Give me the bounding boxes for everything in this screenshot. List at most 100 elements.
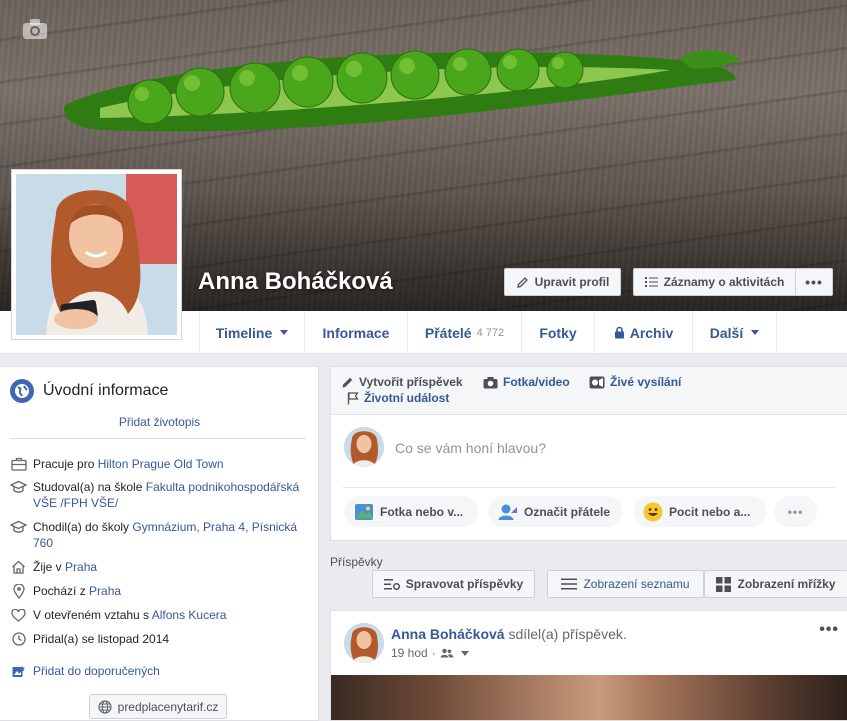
home-icon xyxy=(10,559,27,575)
graduation-cap-icon xyxy=(10,479,27,495)
lives-link[interactable]: Praha xyxy=(65,560,97,574)
profile-name[interactable]: Anna Boháčková xyxy=(198,268,393,296)
chevron-down-icon xyxy=(280,330,289,335)
profile-portrait-illustration xyxy=(16,174,177,335)
feeling-pill-label: Pocit nebo a... xyxy=(669,504,751,519)
photo-icon xyxy=(355,503,373,520)
info-from: Pochází z Praha xyxy=(10,583,310,599)
live-video-tab[interactable]: Živé vysílání xyxy=(589,375,681,389)
create-post-tab[interactable]: Vytvořit příspěvek xyxy=(341,375,463,389)
info-work: Pracuje pro Hilton Prague Old Town xyxy=(10,456,310,472)
add-featured-label: Přidat do doporučených xyxy=(33,664,160,678)
flag-icon xyxy=(347,391,359,404)
list-view-button[interactable]: Zobrazení seznamu xyxy=(547,570,704,598)
briefcase-icon xyxy=(10,456,27,472)
composer-more-pill[interactable]: ••• xyxy=(774,496,817,527)
website-link[interactable]: predplacenytarif.cz xyxy=(89,694,227,719)
manage-icon xyxy=(383,578,400,590)
info-lives: Žije v Praha xyxy=(10,559,310,575)
camera-icon[interactable] xyxy=(22,18,48,40)
smiley-icon xyxy=(643,502,663,521)
photo-video-pill[interactable]: Fotka nebo v... xyxy=(344,496,478,527)
chevron-down-icon[interactable] xyxy=(460,650,469,656)
post-options-button[interactable]: ••• xyxy=(819,621,839,639)
tab-about[interactable]: Informace xyxy=(304,311,407,354)
dot-separator: · xyxy=(431,646,436,660)
camera-icon xyxy=(483,376,498,388)
info-joined: Přidal(a) se listopad 2014 xyxy=(10,631,310,647)
intro-divider xyxy=(10,438,306,439)
edit-profile-label: Upravit profil xyxy=(534,275,610,289)
tab-photos[interactable]: Fotky xyxy=(521,311,594,354)
post-image[interactable] xyxy=(331,675,847,720)
tab-more[interactable]: Další xyxy=(692,311,777,354)
info-school-prefix: Chodil(a) do školy xyxy=(33,520,133,534)
info-relationship: V otevřeném vztahu s Alfons Kucera xyxy=(10,607,310,623)
pencil-icon xyxy=(342,377,353,387)
photo-video-label: Fotka/video xyxy=(503,375,570,389)
photo-pill-label: Fotka nebo v... xyxy=(380,504,464,519)
create-post-label: Vytvořit příspěvek xyxy=(359,375,463,389)
intro-heading: Úvodní informace xyxy=(10,379,168,403)
manage-posts-button[interactable]: Spravovat příspěvky xyxy=(372,570,535,598)
tab-timeline-label: Timeline xyxy=(215,324,273,341)
add-featured[interactable]: Přidat do doporučených xyxy=(10,663,310,679)
relationship-link[interactable]: Alfons Kucera xyxy=(152,608,227,622)
tag-friends-pill[interactable]: Označit přátele xyxy=(488,496,623,527)
info-study-prefix: Studoval(a) na škole xyxy=(33,480,146,494)
post-meta: 19 hod · xyxy=(391,646,469,660)
featured-icon xyxy=(10,663,27,679)
tab-more-label: Další xyxy=(709,324,744,341)
heart-icon xyxy=(10,607,27,623)
add-bio-link[interactable]: Přidat životopis xyxy=(0,415,319,429)
post-author-name[interactable]: Anna Boháčková xyxy=(391,626,505,642)
composer-tabs: Vytvořit příspěvek Fotka/video Živé vysí… xyxy=(331,367,847,415)
composer-input[interactable]: Co se vám honí hlavou? xyxy=(395,440,546,456)
post-author-avatar[interactable] xyxy=(344,623,384,663)
location-pin-icon xyxy=(10,583,27,599)
chevron-down-icon xyxy=(751,330,760,335)
globe-icon xyxy=(98,699,112,714)
graduation-cap-icon xyxy=(10,519,27,535)
list-view-icon xyxy=(561,578,578,590)
tag-pill-label: Označit přátele xyxy=(524,504,611,519)
feeling-pill[interactable]: Pocit nebo a... xyxy=(633,496,767,527)
list-view-label: Zobrazení seznamu xyxy=(583,577,690,591)
work-link[interactable]: Hilton Prague Old Town xyxy=(98,457,224,471)
intro-card: Úvodní informace Přidat životopis Pracuj… xyxy=(0,366,319,721)
tab-archive[interactable]: Archiv xyxy=(594,311,692,354)
list-icon xyxy=(644,277,658,287)
cover-pea-pod-image xyxy=(64,48,740,132)
tab-timeline[interactable]: Timeline xyxy=(199,311,304,354)
life-event-label: Životní událost xyxy=(364,391,450,405)
activity-log-button[interactable]: Záznamy o aktivitách xyxy=(633,268,796,296)
edit-profile-button[interactable]: Upravit profil xyxy=(504,268,621,296)
post-header: Anna Boháčková sdílel(a) příspěvek. xyxy=(391,626,627,642)
post-timestamp[interactable]: 19 hod xyxy=(391,646,428,660)
profile-picture[interactable] xyxy=(11,169,182,340)
tab-about-label: Informace xyxy=(322,324,390,341)
tag-friends-icon xyxy=(498,504,517,520)
avatar[interactable] xyxy=(344,427,384,467)
profile-more-button[interactable]: ••• xyxy=(795,268,833,296)
post-composer: Vytvořit příspěvek Fotka/video Živé vysí… xyxy=(330,366,847,541)
live-video-label: Živé vysílání xyxy=(610,375,682,389)
pencil-icon xyxy=(516,276,528,288)
photo-video-tab[interactable]: Fotka/video xyxy=(483,375,570,389)
info-work-prefix: Pracuje pro xyxy=(33,457,98,471)
manage-posts-label: Spravovat příspěvky xyxy=(405,577,524,591)
friends-audience-icon[interactable] xyxy=(440,648,454,658)
grid-view-icon xyxy=(716,576,732,592)
posts-heading: Příspěvky xyxy=(330,555,383,569)
post-action-text: sdílel(a) příspěvek. xyxy=(504,626,627,642)
info-study: Studoval(a) na škole Fakulta podnikohosp… xyxy=(10,479,310,511)
life-event-tab[interactable]: Životní událost xyxy=(347,391,449,405)
lock-icon xyxy=(614,326,624,339)
info-lives-prefix: Žije v xyxy=(33,560,66,574)
from-link[interactable]: Praha xyxy=(89,584,121,598)
tab-friends[interactable]: Přátelé 4 772 xyxy=(407,311,521,354)
grid-view-button[interactable]: Zobrazení mřížky xyxy=(704,570,847,598)
composer-divider xyxy=(343,487,835,488)
profile-picture-image xyxy=(16,174,177,335)
activity-log-label: Záznamy o aktivitách xyxy=(663,275,785,289)
